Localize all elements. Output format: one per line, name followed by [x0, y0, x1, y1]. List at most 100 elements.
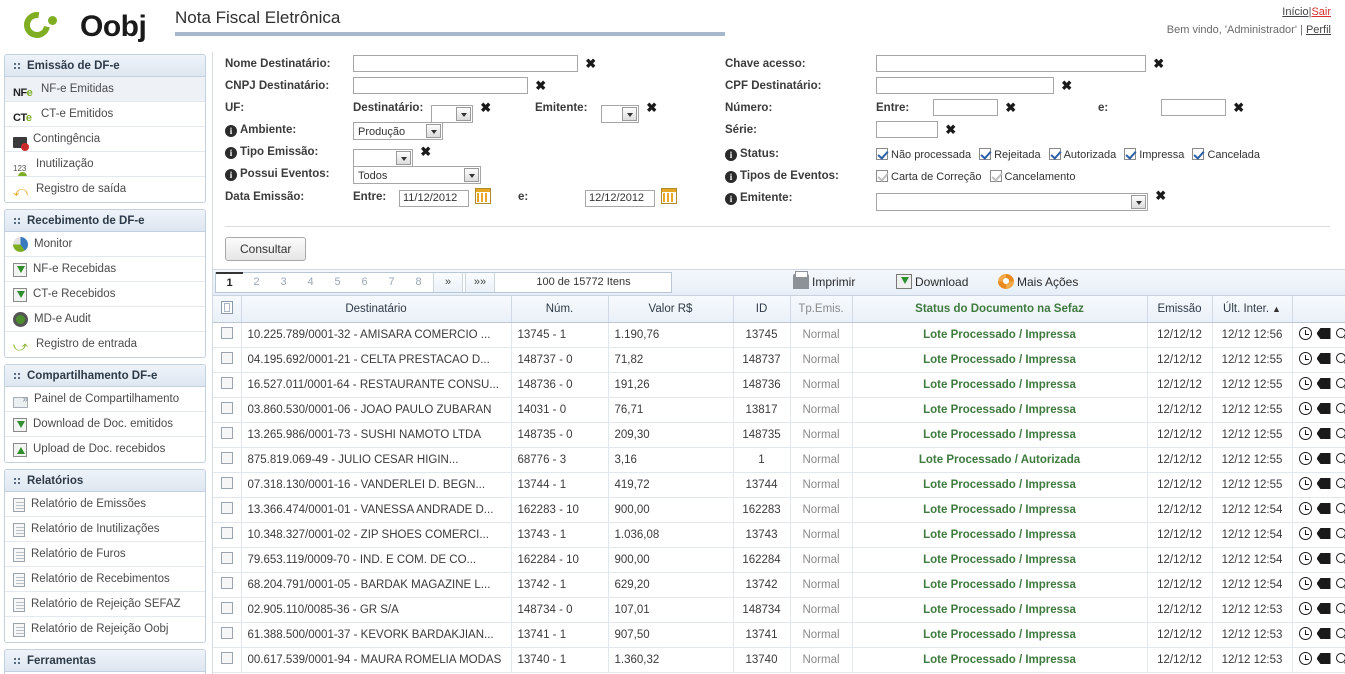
sidebar-item-relat-rio-de-rejei-o-oobj[interactable]: Relatório de Rejeição Oobj — [5, 617, 205, 642]
history-clock-icon[interactable] — [1298, 626, 1312, 640]
cell-actions[interactable] — [1292, 547, 1345, 573]
row-checkbox[interactable] — [220, 527, 233, 539]
clear-tipo-emissao-icon[interactable]: ✖ — [420, 144, 431, 159]
cell-actions[interactable] — [1292, 572, 1345, 598]
row-select-cell[interactable] — [213, 572, 242, 598]
clear-numero-entre-icon[interactable]: ✖ — [1005, 100, 1016, 115]
sidebar-item-nf-e-recebidas[interactable]: NF-e Recebidas — [5, 257, 205, 282]
tag-icon[interactable] — [1316, 653, 1331, 664]
row-checkbox[interactable] — [220, 477, 233, 489]
row-checkbox[interactable] — [220, 627, 233, 639]
sidebar-group-title[interactable]: Recebimento de DF-e — [5, 210, 205, 232]
history-clock-icon[interactable] — [1298, 401, 1312, 415]
table-row[interactable]: 16.527.011/0001-64 - RESTAURANTE CONSU..… — [213, 372, 1345, 398]
clear-serie-icon[interactable]: ✖ — [945, 122, 956, 137]
tag-icon[interactable] — [1316, 353, 1331, 364]
checkbox-icon[interactable] — [1192, 148, 1205, 160]
status-option-cancelada[interactable]: Cancelada — [1192, 148, 1260, 161]
info-status-icon[interactable]: i — [725, 149, 737, 161]
column-header-n-m[interactable]: Núm. — [511, 296, 609, 323]
sidebar-item-ct-e-emitidos[interactable]: CTe CT-e Emitidos — [5, 102, 205, 127]
sidebar-group-title[interactable]: Ferramentas — [5, 650, 205, 672]
cell-actions[interactable] — [1292, 322, 1345, 348]
tag-icon[interactable] — [1316, 378, 1331, 389]
row-select-cell[interactable] — [213, 622, 242, 648]
clear-uf-destinatario-icon[interactable]: ✖ — [480, 100, 491, 115]
clear-cpf-destinatario-icon[interactable]: ✖ — [1061, 78, 1072, 93]
sidebar-item-ct-e-recebidos[interactable]: CT-e Recebidos — [5, 282, 205, 307]
emitente-select[interactable] — [876, 193, 1148, 211]
clear-chave-acesso-icon[interactable]: ✖ — [1153, 56, 1164, 71]
tipo-emissao-select[interactable] — [353, 149, 413, 167]
sidebar-group-title[interactable]: Emissão de DF-e — [5, 55, 205, 77]
possui-eventos-select[interactable]: Todos — [353, 166, 481, 184]
column-header-id[interactable]: ID — [733, 296, 791, 323]
chave-acesso-input[interactable] — [876, 55, 1146, 72]
history-clock-icon[interactable] — [1298, 651, 1312, 665]
sidebar-item-conting-ncia[interactable]: Contingência — [5, 127, 205, 152]
table-row[interactable]: 13.265.986/0001-73 - SUSHI NAMOTO LTDA 14… — [213, 422, 1345, 448]
row-checkbox[interactable] — [220, 452, 233, 464]
clear-nome-destinatario-icon[interactable]: ✖ — [585, 56, 596, 71]
numero-e-input[interactable] — [1161, 99, 1226, 116]
history-clock-icon[interactable] — [1298, 476, 1312, 490]
table-row[interactable]: 04.195.692/0001-21 - CELTA PRESTACAO D..… — [213, 347, 1345, 373]
page-1[interactable]: 1 — [216, 272, 243, 293]
tag-icon[interactable] — [1316, 503, 1331, 514]
checkbox-icon[interactable] — [876, 148, 888, 160]
status-option-impressa[interactable]: Impressa — [1124, 148, 1184, 161]
status-option-rejeitada[interactable]: Rejeitada — [979, 148, 1041, 161]
search-icon[interactable] — [1335, 628, 1345, 638]
serie-input[interactable] — [876, 121, 938, 138]
search-icon[interactable] — [1335, 353, 1345, 363]
row-select-cell[interactable] — [213, 472, 242, 498]
sidebar-item-md-e-audit[interactable]: MD-e Audit — [5, 307, 205, 332]
row-select-cell[interactable] — [213, 347, 242, 373]
numero-entre-input[interactable] — [933, 99, 998, 116]
page-5[interactable]: 5 — [324, 273, 351, 292]
sidebar-item-relat-rio-de-inutiliza-es[interactable]: Relatório de Inutilizações — [5, 517, 205, 542]
search-icon[interactable] — [1335, 328, 1345, 338]
nome-destinatario-input[interactable] — [353, 55, 578, 72]
cell-actions[interactable] — [1292, 647, 1345, 673]
next-page-button[interactable]: » — [433, 273, 463, 292]
page-2[interactable]: 2 — [243, 273, 270, 292]
cell-actions[interactable] — [1292, 472, 1345, 498]
history-clock-icon[interactable] — [1298, 526, 1312, 540]
checkbox-icon[interactable] — [1048, 148, 1061, 160]
sidebar-item-registro-de-entrada[interactable]: ⤻ Registro de entrada — [5, 332, 205, 357]
sidebar-item-download-de-doc-emitidos[interactable]: Download de Doc. emitidos — [5, 412, 205, 437]
sidebar-item-relat-rio-de-furos[interactable]: Relatório de Furos — [5, 542, 205, 567]
cell-actions[interactable] — [1292, 397, 1345, 423]
sidebar-item-nf-e-emitidas[interactable]: NFe NF-e Emitidas — [5, 77, 205, 102]
link-inicio[interactable]: Início — [1282, 6, 1308, 18]
table-row[interactable]: 61.388.500/0001-37 - KEVORK BARDAKJIAN..… — [213, 622, 1345, 648]
row-checkbox[interactable] — [220, 327, 233, 339]
sidebar-group-title[interactable]: Relatórios — [5, 470, 205, 492]
row-checkbox[interactable] — [220, 652, 233, 664]
history-clock-icon[interactable] — [1298, 601, 1312, 615]
tag-icon[interactable] — [1316, 553, 1331, 564]
row-select-cell[interactable] — [213, 397, 242, 423]
tag-icon[interactable] — [1316, 628, 1331, 639]
row-checkbox[interactable] — [220, 402, 233, 414]
column-header-tp-emis[interactable]: Tp.Emis. — [790, 296, 853, 323]
tag-icon[interactable] — [1316, 603, 1331, 614]
row-select-cell[interactable] — [213, 647, 242, 673]
table-row[interactable]: 68.204.791/0001-05 - BARDAK MAGAZINE L..… — [213, 572, 1345, 598]
search-icon[interactable] — [1335, 603, 1345, 613]
history-clock-icon[interactable] — [1298, 326, 1312, 340]
column-header-destinat-rio[interactable]: Destinatário — [241, 296, 512, 323]
info-ambiente-icon[interactable]: i — [225, 125, 237, 137]
sidebar-item-relat-rio-de-recebimentos[interactable]: Relatório de Recebimentos — [5, 567, 205, 592]
clear-numero-e-icon[interactable]: ✖ — [1233, 100, 1244, 115]
row-checkbox[interactable] — [220, 502, 233, 514]
tag-icon[interactable] — [1316, 478, 1331, 489]
history-clock-icon[interactable] — [1298, 451, 1312, 465]
link-sair[interactable]: Sair — [1311, 6, 1331, 18]
history-clock-icon[interactable] — [1298, 351, 1312, 365]
row-checkbox[interactable] — [220, 552, 233, 564]
row-select-cell[interactable] — [213, 422, 242, 448]
row-checkbox[interactable] — [220, 377, 233, 389]
table-row[interactable]: 10.348.327/0001-02 - ZIP SHOES COMERCI..… — [213, 522, 1345, 548]
